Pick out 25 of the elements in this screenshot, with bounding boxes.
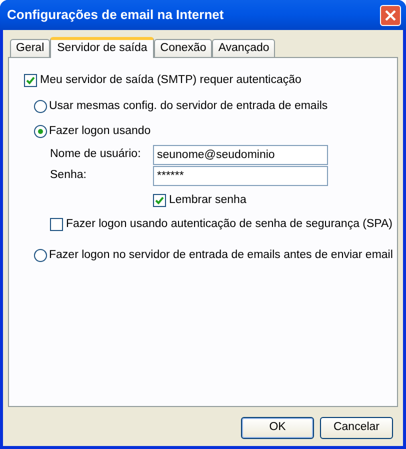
- tab[interactable]: Geral: [10, 39, 50, 57]
- tab[interactable]: Avançado: [212, 39, 276, 57]
- field-label: Nome de usuário:: [50, 147, 142, 162]
- tab[interactable]: Servidor de saída: [50, 37, 154, 58]
- checkbox[interactable]: [24, 74, 37, 88]
- window-title: Configurações de email na Internet: [7, 6, 224, 24]
- radio-button[interactable]: [34, 249, 47, 262]
- close-icon: [385, 10, 396, 20]
- close-button[interactable]: [380, 4, 401, 26]
- dialog-button[interactable]: Cancelar: [320, 417, 393, 439]
- field-label: Senha:: [50, 168, 88, 184]
- checkbox[interactable]: [153, 194, 166, 207]
- radio-label: Usar mesmas config. do servidor de entrada de emails: [49, 99, 328, 114]
- input-field[interactable]: seunome@seudominio: [153, 144, 328, 165]
- input-field[interactable]: ******: [153, 166, 328, 186]
- radio-label: Fazer logon usando: [49, 124, 151, 138]
- checkbox-label: Fazer logon usando autenticação de senha de segurança (SPA): [66, 217, 392, 232]
- dialog-button[interactable]: OK: [241, 417, 314, 439]
- tab[interactable]: Conexão: [154, 39, 212, 57]
- checkbox-label: Lembrar senha: [169, 192, 246, 208]
- radio-button[interactable]: [34, 100, 47, 114]
- radio-button[interactable]: [34, 124, 47, 138]
- checkbox-label: Meu servidor de saída (SMTP) requer autenticação: [40, 73, 302, 88]
- radio-label: Fazer logon no servidor de entrada de emails antes de enviar email: [49, 248, 393, 264]
- checkbox[interactable]: [50, 218, 63, 232]
